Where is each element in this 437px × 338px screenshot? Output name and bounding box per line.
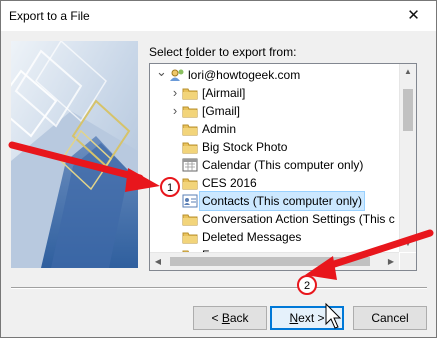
callout-1-badge: 1: [160, 177, 180, 197]
mouse-cursor-icon: [325, 302, 342, 329]
callout-2-badge: 2: [297, 275, 317, 295]
callout-2-number: 2: [304, 280, 310, 292]
arrow-1-icon: [8, 141, 160, 192]
callout-1-number: 1: [167, 182, 173, 194]
arrow-2-icon: [305, 229, 434, 280]
annotation-overlay: 1 2: [8, 141, 434, 329]
